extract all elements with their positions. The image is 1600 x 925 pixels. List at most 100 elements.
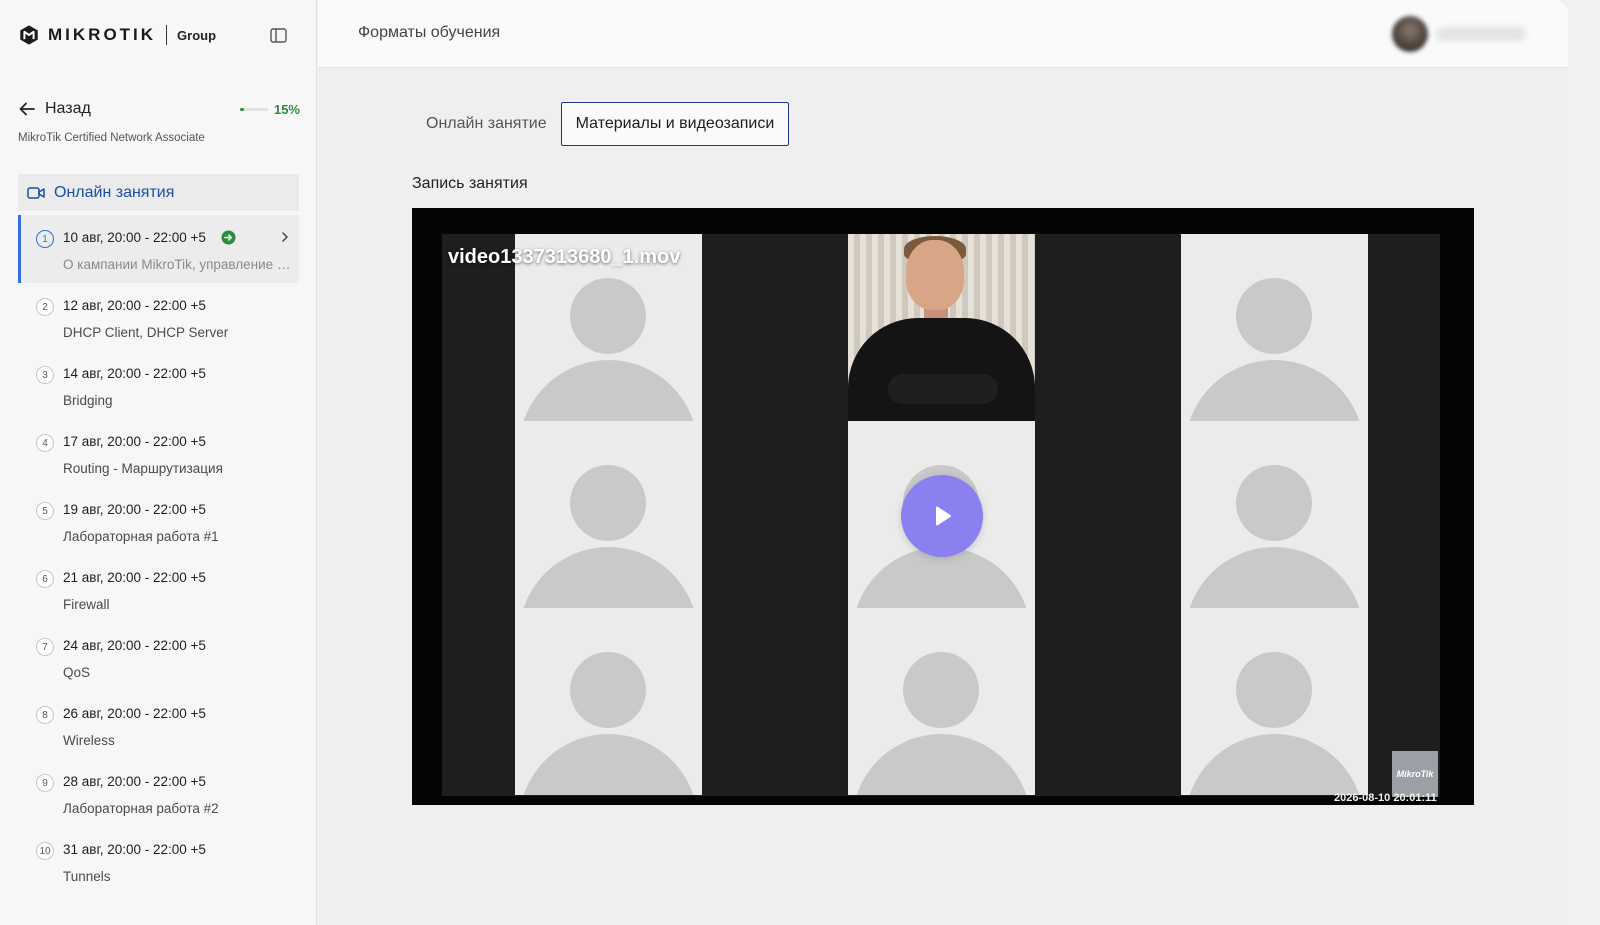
lesson-item[interactable]: 1 10 авг, 20:00 - 22:00 +5 О кампании Mi…: [18, 215, 299, 283]
lesson-topic: О кампании MikroTik, управление устройст…: [63, 257, 291, 272]
content-tabs: Онлайн занятие Материалы и видеозаписи: [412, 102, 790, 146]
lesson-topic: DHCP Client, DHCP Server: [63, 325, 229, 340]
lesson-date: 19 авг, 20:00 - 22:00 +5: [63, 502, 206, 517]
video-file-name: video1337313680_1.mov: [448, 246, 681, 268]
progress-fill: [239, 107, 245, 111]
lesson-date: 31 авг, 20:00 - 22:00 +5: [63, 842, 206, 857]
video-timestamp: 2026-08-10 20:01:11: [1334, 792, 1437, 804]
play-button[interactable]: [901, 475, 983, 557]
completed-check-icon: [221, 230, 236, 245]
brand-separator: [166, 25, 168, 45]
mikrotik-logo-icon: [20, 25, 38, 45]
course-progress: 15%: [239, 101, 300, 117]
video-player[interactable]: video1337313680_1.mov MikroTik 2026-08-1…: [412, 208, 1474, 805]
brand[interactable]: MIKROTIK Group: [18, 22, 216, 48]
brand-wordmark: MIKROTIK: [48, 25, 157, 44]
lesson-item[interactable]: 6 21 авг, 20:00 - 22:00 +5 Firewall: [18, 555, 299, 623]
lesson-topic: QoS: [63, 665, 91, 680]
mikrotik-watermark: MikroTik: [1392, 751, 1438, 797]
lesson-date: 28 авг, 20:00 - 22:00 +5: [63, 774, 206, 789]
sidebar-toggle-button[interactable]: [268, 26, 288, 44]
person-placeholder-icon: [570, 278, 646, 354]
presenter-shirt: [848, 318, 1035, 421]
lesson-number: 4: [36, 434, 54, 452]
participant-tile: [515, 421, 702, 608]
lesson-number: 10: [36, 842, 54, 860]
person-placeholder-icon: [1236, 278, 1312, 354]
user-name-blurred[interactable]: [1436, 27, 1526, 41]
lesson-number: 9: [36, 774, 54, 792]
person-placeholder-icon: [570, 465, 646, 541]
participant-tile: [515, 608, 702, 795]
lesson-number: 7: [36, 638, 54, 656]
lesson-date: 12 авг, 20:00 - 22:00 +5: [63, 298, 206, 313]
person-placeholder-icon: [1236, 465, 1312, 541]
course-name: MikroTik Certified Network Associate: [18, 132, 205, 144]
sidebar-panel-icon: [269, 27, 287, 43]
lesson-date: 10 авг, 20:00 - 22:00 +5: [63, 230, 206, 245]
lesson-topic: Bridging: [63, 393, 113, 408]
tab-online-lesson[interactable]: Онлайн занятие: [412, 102, 561, 146]
lesson-item[interactable]: 9 28 авг, 20:00 - 22:00 +5 Лабораторная …: [18, 759, 299, 827]
presenter-tile: [848, 234, 1035, 421]
lesson-topic: Лабораторная работа #1: [63, 529, 219, 544]
lesson-topic: Routing - Маршрутизация: [63, 461, 223, 476]
back-row: Назад 15%: [18, 97, 300, 121]
lesson-number: 1: [36, 230, 54, 248]
sidebar: MIKROTIK Group Назад 15% MikroTik Certif…: [0, 0, 317, 925]
lesson-topic: Tunnels: [63, 869, 111, 884]
lesson-item[interactable]: 10 31 авг, 20:00 - 22:00 +5 Tunnels: [18, 827, 299, 895]
lesson-number: 2: [36, 298, 54, 316]
lesson-topic: Firewall: [63, 597, 110, 612]
page-title: Форматы обучения: [358, 24, 501, 41]
participant-tile: [1181, 608, 1368, 795]
video-camera-icon: [27, 186, 45, 199]
person-placeholder-icon: [570, 652, 646, 728]
person-placeholder-icon: [903, 652, 979, 728]
person-placeholder-body: [1185, 360, 1364, 421]
lesson-item[interactable]: 2 12 авг, 20:00 - 22:00 +5 DHCP Client, …: [18, 283, 299, 351]
section-online-lessons[interactable]: Онлайн занятия: [18, 174, 299, 211]
participant-tile: [1181, 421, 1368, 608]
participant-tile: [1181, 234, 1368, 421]
progress-bar: [239, 107, 268, 111]
progress-percent: 15%: [273, 101, 300, 117]
person-placeholder-body: [519, 734, 698, 795]
play-icon: [936, 506, 951, 526]
lesson-date: 26 авг, 20:00 - 22:00 +5: [63, 706, 206, 721]
lesson-date: 14 авг, 20:00 - 22:00 +5: [63, 366, 206, 381]
user-avatar[interactable]: [1392, 16, 1428, 52]
lesson-topic: Лабораторная работа #2: [63, 801, 219, 816]
person-placeholder-icon: [1236, 652, 1312, 728]
tab-materials-recordings[interactable]: Материалы и видеозаписи: [560, 102, 790, 146]
lesson-number: 5: [36, 502, 54, 520]
person-placeholder-body: [519, 360, 698, 421]
chevron-right-icon: [282, 232, 288, 242]
lesson-item[interactable]: 7 24 авг, 20:00 - 22:00 +5 QoS: [18, 623, 299, 691]
person-placeholder-body: [852, 734, 1031, 795]
lesson-number: 6: [36, 570, 54, 588]
lesson-topic: Wireless: [63, 733, 115, 748]
lesson-date: 21 авг, 20:00 - 22:00 +5: [63, 570, 206, 585]
recording-title: Запись занятия: [412, 175, 528, 192]
app-window: MIKROTIK Group Назад 15% MikroTik Certif…: [0, 0, 1568, 925]
presenter-face: [906, 240, 964, 310]
section-label: Онлайн занятия: [54, 183, 175, 201]
top-header: Форматы обучения: [318, 0, 1568, 68]
lesson-number: 3: [36, 366, 54, 384]
person-placeholder-body: [519, 547, 698, 608]
lesson-item[interactable]: 8 26 авг, 20:00 - 22:00 +5 Wireless: [18, 691, 299, 759]
lesson-item[interactable]: 5 19 авг, 20:00 - 22:00 +5 Лабораторная …: [18, 487, 299, 555]
arrow-left-icon[interactable]: [18, 100, 36, 118]
lesson-date: 17 авг, 20:00 - 22:00 +5: [63, 434, 206, 449]
back-link[interactable]: Назад: [45, 100, 91, 118]
lesson-item[interactable]: 3 14 авг, 20:00 - 22:00 +5 Bridging: [18, 351, 299, 419]
person-placeholder-body: [1185, 547, 1364, 608]
lesson-list: 1 10 авг, 20:00 - 22:00 +5 О кампании Mi…: [18, 215, 299, 895]
brand-group-label: Group: [177, 27, 217, 43]
lesson-item[interactable]: 4 17 авг, 20:00 - 22:00 +5 Routing - Мар…: [18, 419, 299, 487]
participant-tile: [848, 608, 1035, 795]
window-outer-edge: [1568, 0, 1600, 925]
presenter-arms: [888, 374, 998, 404]
person-placeholder-body: [1185, 734, 1364, 795]
